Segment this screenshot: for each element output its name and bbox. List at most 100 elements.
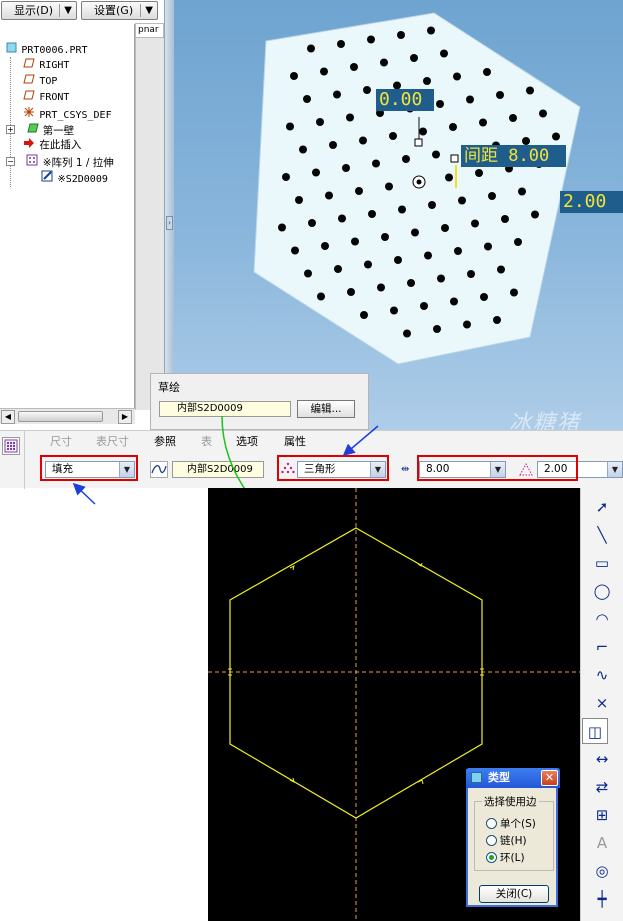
pattern-hole xyxy=(367,35,375,44)
tab-dimensions[interactable]: 尺寸 xyxy=(50,435,72,449)
expand-plus-icon[interactable]: + xyxy=(6,125,15,134)
pattern-hole xyxy=(304,269,312,278)
pattern-hole xyxy=(437,274,445,283)
tab-table-dimensions[interactable]: 表尺寸 xyxy=(96,435,129,449)
tree-item-label: PRT_CSYS_DEF xyxy=(39,110,112,121)
pattern-hole xyxy=(484,242,492,251)
highlight-box-type xyxy=(40,455,138,481)
datum-plane-icon xyxy=(22,90,36,105)
drag-handle[interactable] xyxy=(450,154,459,163)
tree-item-front[interactable]: FRONT xyxy=(22,90,69,105)
tree-item-part[interactable]: PRT0006.PRT xyxy=(4,42,88,57)
settings-menu-label: 设置(G) xyxy=(94,4,134,17)
tree-item-csys[interactable]: PRT_CSYS_DEF xyxy=(22,106,112,121)
sketch-reference-popup: 草绘 内部S2D0009 编辑... xyxy=(150,373,369,430)
panel-splitter[interactable]: › xyxy=(164,0,174,430)
point-tool-icon[interactable]: × xyxy=(583,690,621,716)
drag-handle[interactable] xyxy=(414,138,423,147)
pattern-hole xyxy=(334,265,342,273)
pattern-hole xyxy=(454,247,462,255)
modify-tool-icon[interactable]: ⇄ xyxy=(583,774,621,800)
dimension-box-1[interactable]: 0.00 xyxy=(376,89,434,111)
pattern-hole xyxy=(397,31,405,39)
pattern-hole xyxy=(483,68,491,76)
tab-options[interactable]: 选项 xyxy=(236,435,258,449)
tree-item-label: FRONT xyxy=(39,92,70,103)
arc-tool-icon[interactable]: ◠ xyxy=(583,606,621,632)
collapse-minus-icon[interactable]: − xyxy=(6,157,15,166)
radio-chain[interactable]: 链(H) xyxy=(486,834,527,848)
pattern-hole xyxy=(359,136,367,145)
close-dialog-button[interactable]: 关闭(C) xyxy=(479,885,549,903)
pattern-hole xyxy=(493,316,501,324)
close-icon[interactable]: ✕ xyxy=(541,770,558,786)
pattern-hole xyxy=(355,187,363,195)
tree-item-insert-here[interactable]: 在此插入 xyxy=(22,138,81,153)
scroll-thumb[interactable] xyxy=(18,411,103,422)
pattern-hole xyxy=(381,233,389,241)
pattern-hole xyxy=(390,306,398,315)
tab-properties[interactable]: 属性 xyxy=(284,435,306,449)
palette-tool-icon[interactable]: ◎ xyxy=(583,858,621,884)
tree-vertical-scrollbar[interactable] xyxy=(135,38,164,410)
fillet-tool-icon[interactable]: ⌐ xyxy=(583,634,621,660)
use-edge-tool-icon[interactable]: ◫ xyxy=(582,718,608,744)
line-tool-icon[interactable]: ╲ xyxy=(583,522,621,548)
tree-item-pattern[interactable]: − ※阵列 1 / 拉伸 xyxy=(4,154,114,169)
dimension-tool-icon[interactable]: ↔ xyxy=(583,746,621,772)
pattern-hole xyxy=(389,132,397,140)
pattern-hole xyxy=(432,150,440,159)
sketch-name-field[interactable]: 内部S2D0009 xyxy=(159,401,291,417)
tree-item-label: 在此插入 xyxy=(39,139,82,151)
text-tool-icon[interactable]: A xyxy=(583,830,621,856)
pattern-hole xyxy=(475,169,483,177)
spline-tool-icon[interactable]: ∿ xyxy=(583,662,621,688)
tab-references[interactable]: 参照 xyxy=(154,435,176,449)
pattern-hole xyxy=(410,54,418,62)
radio-single[interactable]: 单个(S) xyxy=(486,817,536,831)
pattern-hole xyxy=(449,123,457,131)
tree-item-label: 第一壁 xyxy=(42,125,75,137)
pattern-hole xyxy=(433,325,441,333)
scroll-left-icon[interactable]: ◀ xyxy=(1,410,15,424)
dimension-box-2[interactable]: 2.00 xyxy=(560,191,623,213)
tree-item-sketch[interactable]: ※S2D0009 xyxy=(40,170,108,185)
rectangle-tool-icon[interactable]: ▭ xyxy=(583,550,621,576)
select-arrow-icon[interactable]: ➚ xyxy=(583,494,621,520)
tree-item-label: ※阵列 1 / 拉伸 xyxy=(42,157,114,169)
graphics-viewport[interactable]: 0.00 间距 8.00 2.00 冰糖猪 xyxy=(174,0,623,430)
constraint-tool-icon[interactable]: ⊞ xyxy=(583,802,621,828)
pattern-hole xyxy=(338,214,346,223)
tree-item-right[interactable]: RIGHT xyxy=(22,58,69,73)
pattern-hole xyxy=(317,292,325,301)
chevron-right-icon[interactable]: › xyxy=(166,216,173,230)
watermark: 冰糖猪 xyxy=(509,411,582,430)
scroll-right-icon[interactable]: ▶ xyxy=(118,410,132,424)
pattern-hole xyxy=(496,91,504,99)
pattern-hole xyxy=(333,90,341,99)
pattern-hole xyxy=(471,219,479,228)
spacing-dimension-box[interactable]: 间距 8.00 xyxy=(461,145,566,167)
pattern-hole xyxy=(278,223,286,232)
pattern-hole xyxy=(531,210,539,219)
tree-horizontal-scrollbar[interactable]: ◀ ▶ xyxy=(0,408,135,424)
dialog-title-bar[interactable]: 类型 ✕ xyxy=(466,768,560,788)
sketch-reference-field[interactable]: 内部S2D0009 xyxy=(172,461,264,478)
display-menu-button[interactable]: 显示(D) ▼ xyxy=(1,1,77,20)
csys-icon xyxy=(22,106,36,123)
tree-item-top[interactable]: TOP xyxy=(22,74,57,89)
pattern-hole xyxy=(398,205,406,214)
pattern-hole xyxy=(441,224,449,232)
circle-tool-icon[interactable]: ◯ xyxy=(583,578,621,604)
edit-sketch-button[interactable]: 编辑... xyxy=(297,400,355,418)
sketch-curve-icon xyxy=(150,461,168,478)
pattern-hole xyxy=(394,256,402,264)
tree-item-extrude[interactable]: + 第一壁 xyxy=(4,122,74,137)
pattern-feature-icon[interactable] xyxy=(2,437,20,455)
tab-table[interactable]: 表 xyxy=(201,435,212,449)
pattern-hole xyxy=(282,173,290,181)
radio-loop[interactable]: 环(L) xyxy=(486,851,525,865)
settings-menu-button[interactable]: 设置(G) ▼ xyxy=(81,1,158,20)
trim-tool-icon[interactable]: ┿ xyxy=(583,886,621,912)
pattern-hole xyxy=(539,109,547,118)
